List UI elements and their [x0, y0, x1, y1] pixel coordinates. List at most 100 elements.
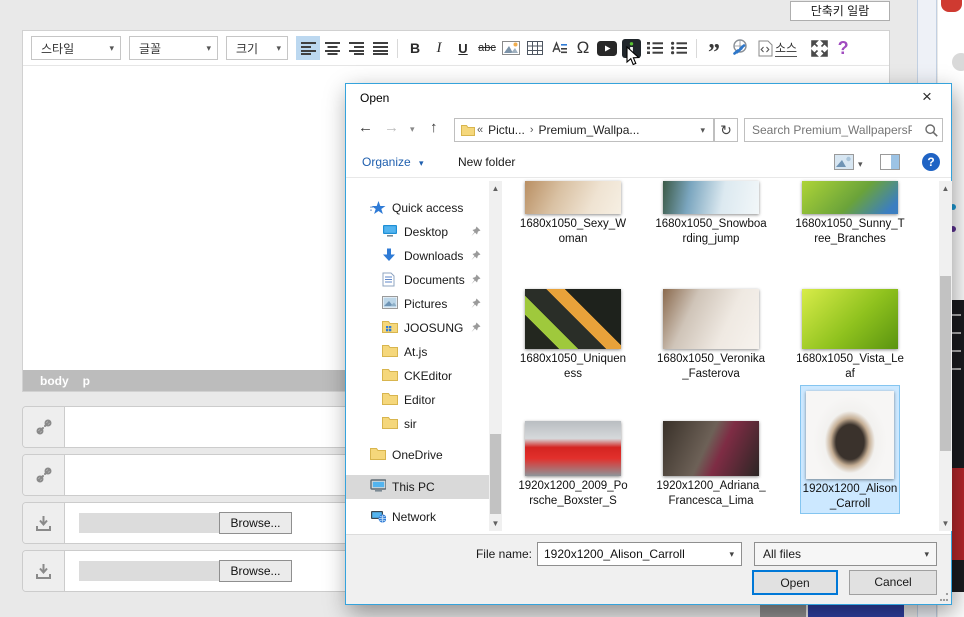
sidebar-item-editor[interactable]: Editor [346, 388, 489, 412]
help-button[interactable]: ? [831, 36, 855, 60]
browse-button[interactable]: Browse... [219, 512, 292, 534]
path-p-button[interactable]: p [83, 374, 90, 388]
scrollbar-thumb[interactable] [940, 276, 951, 451]
search-input[interactable] [752, 123, 912, 137]
file-item[interactable]: 1680x1050_Vista_Leaf [794, 289, 906, 382]
align-center-button[interactable] [320, 36, 344, 60]
bold-button[interactable]: B [403, 36, 427, 60]
source-doc-icon [758, 40, 773, 57]
sidebar-scrollbar[interactable]: ▲ ▼ [489, 181, 502, 531]
breadcrumb-segment[interactable]: Premium_Wallpa... [538, 123, 639, 137]
file-item[interactable]: 1680x1050_Snowboarding_jump [655, 181, 767, 247]
recent-locations-chevron-icon[interactable]: ▾ [410, 124, 415, 135]
search-icon[interactable] [925, 124, 938, 137]
maximize-icon [811, 40, 828, 57]
sidebar-item-downloads[interactable]: Downloads [346, 244, 489, 268]
file-label: 1920x1200_2009_Porsche_Boxster_S [517, 479, 629, 509]
insert-image-button[interactable] [499, 36, 523, 60]
youtube-button[interactable] [595, 36, 619, 60]
sidebar-item-this-pc[interactable]: This PC [346, 475, 489, 499]
sidebar-item-network[interactable]: Network [346, 505, 489, 529]
open-file-dialog: Open × ← → ▾ ↑ « Pictu... › Premium_Wall… [345, 83, 952, 605]
blockquote-button[interactable]: ” [702, 36, 726, 60]
italic-button[interactable]: I [427, 36, 451, 60]
link-button[interactable] [726, 36, 754, 60]
thumbnail-view-icon[interactable] [834, 154, 854, 170]
strikethrough-button[interactable]: abc [475, 36, 499, 60]
source-button[interactable]: 소스 [758, 39, 797, 57]
scroll-up-icon[interactable]: ▲ [939, 181, 952, 196]
chevron-down-icon[interactable]: ▾ [858, 159, 863, 170]
font-dropdown[interactable]: 글꼴 ▾ [129, 36, 218, 60]
underline-button[interactable]: U [451, 36, 475, 60]
sidebar-item-documents[interactable]: Documents [346, 268, 489, 292]
file-item-selected[interactable]: 1920x1200_Alison_Carroll [800, 385, 900, 514]
maximize-button[interactable] [807, 36, 831, 60]
file-item[interactable]: 1920x1200_Adriana_Francesca_Lima [655, 421, 767, 509]
address-bar[interactable]: « Pictu... › Premium_Wallpa... ▾ [454, 118, 714, 142]
style-dropdown[interactable]: 스타일 ▾ [31, 36, 121, 60]
scroll-down-icon[interactable]: ▼ [489, 516, 502, 531]
quick-access-icon [370, 200, 386, 216]
breadcrumb-separator: › [530, 124, 534, 136]
sidebar-item-ckeditor[interactable]: CKEditor [346, 364, 489, 388]
bullet-list-button[interactable] [667, 36, 691, 60]
shortcut-list-button[interactable]: 단축키 일람 [790, 1, 890, 21]
sidebar-item-sir[interactable]: sir [346, 412, 489, 436]
align-justify-button[interactable] [368, 36, 392, 60]
file-type-select[interactable]: All files ▾ [754, 542, 937, 566]
file-list-scrollbar[interactable]: ▲ ▼ [939, 181, 952, 531]
refresh-button[interactable]: ↻ [714, 118, 738, 142]
sidebar-item-joosung[interactable]: JOOSUNG [346, 316, 489, 340]
sidebar-item-onedrive[interactable]: OneDrive [346, 443, 489, 467]
browse-button[interactable]: Browse... [219, 560, 292, 582]
file-item[interactable]: 1920x1200_2009_Porsche_Boxster_S [517, 421, 629, 509]
path-body-button[interactable]: body [40, 374, 69, 388]
file-item[interactable]: 1680x1050_Veronika_Fasterova [655, 289, 767, 382]
sidebar-item-atjs[interactable]: At.js [346, 340, 489, 364]
file-item[interactable]: 1680x1050_Sexy_Woman [517, 181, 629, 247]
preview-pane-icon[interactable] [880, 154, 900, 170]
insert-table-button[interactable] [523, 36, 547, 60]
sidebar-item-label: Network [392, 510, 436, 524]
resize-grip[interactable] [940, 593, 948, 601]
file-thumbnail [663, 421, 759, 476]
chevron-down-icon[interactable]: ▾ [722, 549, 741, 560]
back-icon[interactable]: ← [358, 119, 373, 136]
file-item[interactable]: 1680x1050_Sunny_Tree_Branches [794, 181, 906, 247]
scrollbar-thumb[interactable] [490, 434, 501, 514]
numbered-list-button[interactable] [643, 36, 667, 60]
file-thumbnail [806, 391, 894, 479]
file-thumbnail [525, 421, 621, 476]
organize-menu[interactable]: Organize ▾ [362, 155, 424, 169]
cancel-button[interactable]: Cancel [849, 570, 937, 595]
breadcrumb-segment[interactable]: Pictu... [488, 123, 525, 137]
link-addon [23, 455, 65, 495]
new-folder-button[interactable]: New folder [458, 155, 515, 169]
chevron-down-icon[interactable]: ▾ [696, 125, 709, 136]
sidebar-item-quick-access[interactable]: Quick access [346, 196, 489, 220]
size-dropdown[interactable]: 크기 ▾ [226, 36, 288, 60]
align-left-button[interactable] [296, 36, 320, 60]
special-char-button[interactable]: Ω [571, 36, 595, 60]
align-right-button[interactable] [344, 36, 368, 60]
sidebar-item-label: Quick access [392, 201, 463, 215]
open-button[interactable]: Open [752, 570, 838, 595]
sidebar-item-pictures[interactable]: Pictures [346, 292, 489, 316]
file-name-input[interactable] [538, 547, 722, 561]
help-icon[interactable]: ? [922, 153, 940, 171]
line-height-button[interactable] [547, 36, 571, 60]
file-thumbnail [525, 181, 621, 214]
sidebar-item-label: sir [404, 417, 417, 431]
chevron-down-icon: ▾ [206, 43, 211, 54]
file-type-value: All files [755, 547, 917, 561]
pin-icon [470, 250, 481, 261]
scroll-up-icon[interactable]: ▲ [489, 181, 502, 196]
dialog-nav-row: ← → ▾ ↑ « Pictu... › Premium_Wallpa... ▾… [346, 112, 951, 148]
scroll-down-icon[interactable]: ▼ [939, 516, 952, 531]
file-item[interactable]: 1680x1050_Uniqueness [517, 289, 629, 382]
sidebar-item-desktop[interactable]: Desktop [346, 220, 489, 244]
close-icon[interactable]: × [915, 87, 939, 107]
up-icon[interactable]: ↑ [430, 119, 438, 136]
align-left-icon [301, 42, 316, 55]
